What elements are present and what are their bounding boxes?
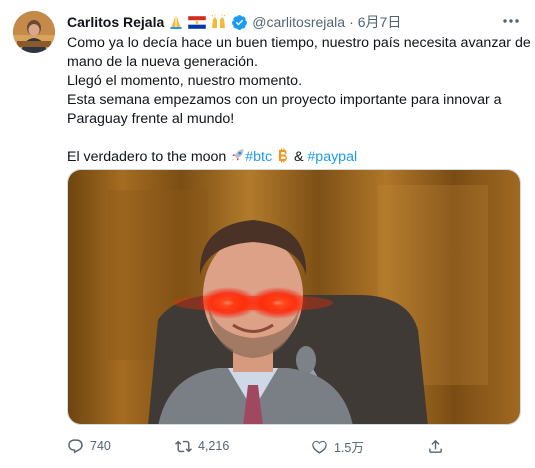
hashtag-btc[interactable]: #btc: [245, 149, 272, 165]
tweet-text-line: Esta semana empezamos con un proyecto im…: [67, 92, 502, 108]
tweet-date[interactable]: 6月7日: [358, 12, 402, 32]
hashtag-paypal[interactable]: #paypal: [307, 149, 357, 165]
tweet-closing-line: El verdadero to the moon #btc & #paypal: [67, 148, 522, 169]
author-handle[interactable]: @carlitosrejala: [252, 14, 345, 30]
tweet-text-line: Como ya lo decía hace un buen tiempo, nu…: [67, 35, 535, 51]
retweet-icon: [175, 438, 192, 455]
like-button[interactable]: 1.5万: [311, 436, 364, 456]
heart-icon: [311, 438, 328, 455]
avatar[interactable]: [13, 11, 55, 53]
tweet-photo[interactable]: [67, 169, 521, 425]
verified-badge-icon: [231, 14, 248, 31]
like-count: 1.5万: [334, 440, 364, 455]
retweet-count: 4,216: [198, 439, 230, 453]
tweet-header: Carlitos Rejala @carlitosrejala · 6月7日: [67, 11, 523, 33]
tweet-text-line: Llegó el momento, nuestro momento.: [67, 73, 303, 89]
ampersand: &: [294, 149, 304, 165]
paraguay-flag-emoji: [188, 15, 207, 29]
tweet-card[interactable]: Carlitos Rejala @carlitosrejala · 6月7日 C…: [0, 0, 535, 468]
header-separator: ·: [349, 14, 354, 30]
reply-count: 740: [90, 439, 111, 453]
reply-button[interactable]: 740: [67, 436, 111, 456]
tweet-text-line: Paraguay frente al mundo!: [67, 111, 235, 127]
retweet-button[interactable]: 4,216: [175, 436, 229, 456]
tweet-text-line: mano de la nueva generación.: [67, 54, 258, 70]
share-button[interactable]: [427, 436, 444, 456]
share-icon: [427, 438, 444, 455]
tweet-actions: 740 4,216 1.5万: [67, 436, 467, 456]
raised-hands-emoji: [210, 14, 227, 30]
laser-eyes-photo: [68, 170, 520, 424]
tweet-text: Como ya lo decía hace un buen tiempo, nu…: [67, 34, 535, 169]
bitcoin-emoji: [276, 148, 290, 169]
author-name[interactable]: Carlitos Rejala: [67, 14, 164, 30]
more-options-icon[interactable]: [501, 12, 521, 30]
avatar-image: [13, 11, 55, 53]
closing-text: El verdadero to the moon: [67, 149, 227, 165]
folded-hands-emoji: [168, 14, 184, 30]
reply-icon: [67, 438, 84, 455]
rocket-emoji: [230, 148, 245, 169]
